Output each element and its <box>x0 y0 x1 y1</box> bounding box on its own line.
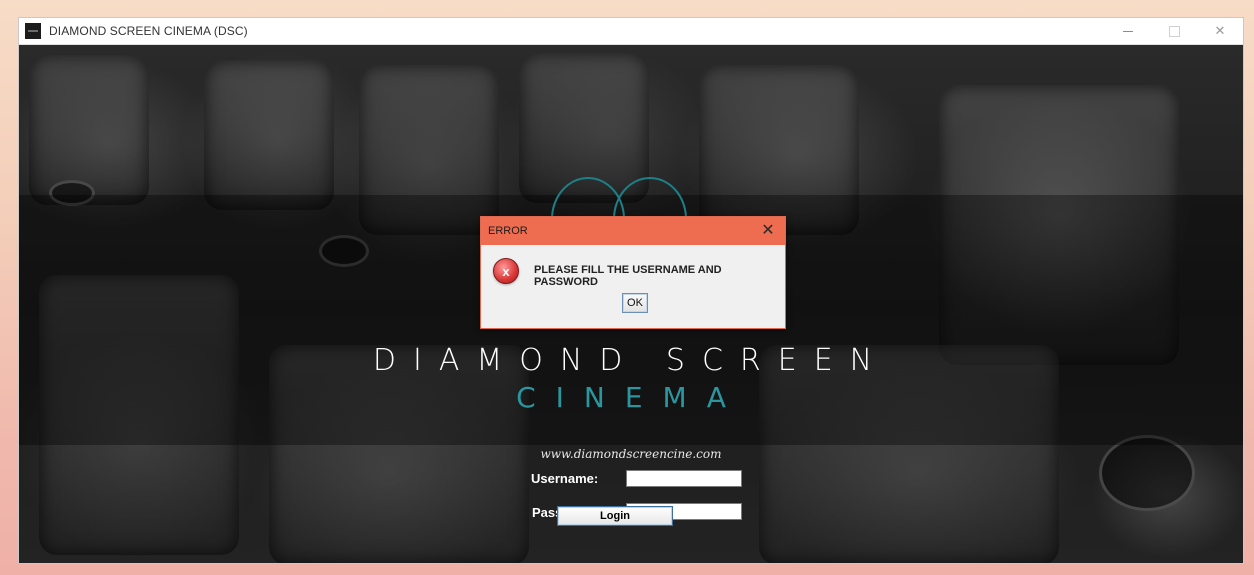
window-titlebar[interactable]: DIAMOND SCREEN CINEMA (DSC) ✕ <box>19 18 1243 45</box>
login-button[interactable]: Login <box>557 506 673 526</box>
error-dialog: ERROR ✕ x PLEASE FILL THE USERNAME AND P… <box>480 216 786 329</box>
ok-button[interactable]: OK <box>622 293 648 313</box>
dialog-close-icon[interactable]: ✕ <box>759 221 777 239</box>
error-icon: x <box>493 258 519 284</box>
seat-image <box>204 60 334 210</box>
brand-title: DIAMOND SCREEN <box>372 343 890 378</box>
window-controls: ✕ <box>1105 18 1243 44</box>
username-label: Username: <box>531 471 599 486</box>
seat-image <box>29 55 149 205</box>
close-button[interactable]: ✕ <box>1197 18 1243 44</box>
username-input[interactable] <box>626 470 742 487</box>
dialog-title: ERROR <box>488 225 528 237</box>
minimize-button[interactable] <box>1105 18 1151 44</box>
maximize-icon <box>1168 25 1180 37</box>
close-icon: ✕ <box>1214 23 1226 38</box>
brand-subtitle: CINEMA <box>516 381 746 414</box>
dialog-titlebar[interactable]: ERROR ✕ <box>481 217 785 245</box>
website-url: www.diamondscreencine.com <box>540 447 722 461</box>
app-icon <box>25 23 41 39</box>
window-title: DIAMOND SCREEN CINEMA (DSC) <box>49 24 248 38</box>
error-message: PLEASE FILL THE USERNAME AND PASSWORD <box>534 264 722 288</box>
maximize-button[interactable] <box>1151 18 1197 44</box>
minimize-icon <box>1123 30 1133 32</box>
